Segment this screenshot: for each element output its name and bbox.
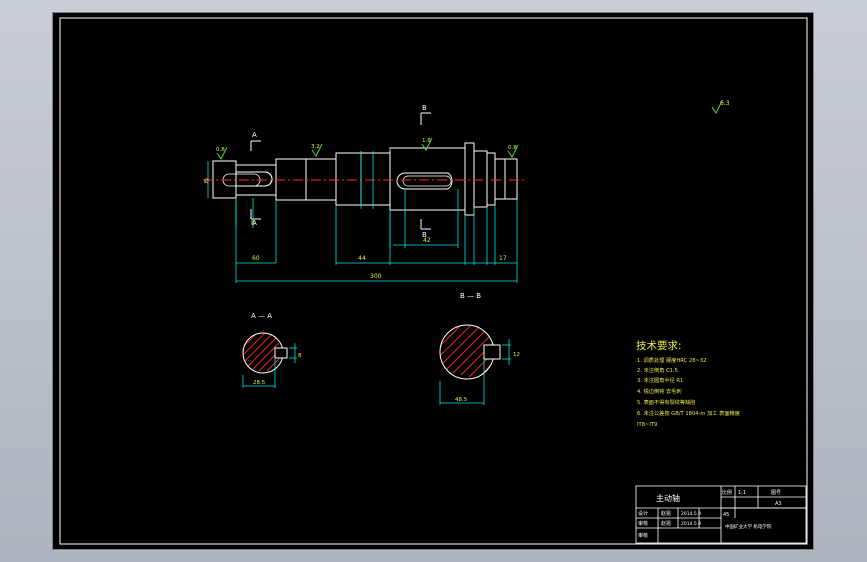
dim-key-b: 42 bbox=[423, 237, 431, 244]
tech-req-line: 4. 锐边倒钝 去毛刺 bbox=[637, 387, 682, 395]
dim-total: 300 bbox=[370, 273, 382, 280]
section-bb-title: B — B bbox=[460, 292, 481, 300]
designer: 赵昆 bbox=[661, 510, 671, 517]
section-marker-a-top: A bbox=[252, 131, 257, 139]
roughness-3: 1.6 bbox=[422, 138, 431, 144]
dim-left-end: Ø bbox=[204, 178, 209, 185]
section-aa-title: A — A bbox=[251, 312, 272, 320]
roughness-general: 6.3 bbox=[720, 100, 730, 107]
dim-key-a: 8 bbox=[251, 220, 255, 227]
approve-label: 审核 bbox=[638, 532, 648, 539]
checker: 赵昆 bbox=[661, 520, 671, 527]
scale-label: 比例 bbox=[722, 489, 732, 496]
roughness-1: 0.8 bbox=[216, 147, 225, 153]
roughness-symbols bbox=[216, 100, 723, 160]
scale-value: 1:1 bbox=[738, 490, 746, 496]
shaft-outline bbox=[212, 142, 518, 216]
tech-req-title: 技术要求: bbox=[636, 339, 682, 352]
sheet-size: A3 bbox=[775, 501, 782, 507]
design-date: 2014.5.9 bbox=[681, 511, 701, 517]
drawing-viewport[interactable]: A A B B 0.8 3.2 1.6 0.8 6.3 Ø 8 60 44 42… bbox=[53, 13, 813, 549]
section-bb-depth: 48.5 bbox=[455, 397, 468, 403]
part-name: 主动轴 bbox=[656, 493, 680, 503]
tech-req-line: 3. 未注圆角半径 R1 bbox=[637, 376, 683, 384]
tech-req-line: 1. 调质处理 硬度HRC 28~32 bbox=[637, 356, 706, 364]
tech-req-line: 6. 未注公差按 GB/T 1804-m 加工 表面精度 bbox=[637, 409, 740, 417]
tech-req-line: IT8~IT9 bbox=[637, 422, 657, 428]
tech-req-line: 2. 未注倒角 C1.5 bbox=[637, 366, 678, 374]
section-aa-width: 8 bbox=[298, 353, 302, 359]
school: 中国矿业大学 机电学院 bbox=[725, 523, 772, 530]
tech-req-lines: 1. 调质处理 硬度HRC 28~32 2. 未注倒角 C1.5 3. 未注圆角… bbox=[637, 356, 740, 428]
designer-label: 设计 bbox=[638, 510, 648, 517]
section-aa: 28.5 8 bbox=[242, 332, 302, 388]
section-marker-b-top: B bbox=[422, 104, 427, 112]
dim-seg-right: 17 bbox=[499, 255, 507, 262]
cad-drawing: A A B B 0.8 3.2 1.6 0.8 6.3 Ø 8 60 44 42… bbox=[59, 17, 808, 545]
section-aa-depth: 28.5 bbox=[253, 380, 266, 386]
roughness-2: 3.2 bbox=[311, 144, 320, 150]
drawing-no-label: 图号 bbox=[771, 490, 781, 496]
tech-req-line: 5. 表面不得有裂纹等缺陷 bbox=[637, 398, 695, 406]
check-date: 2014.5.9 bbox=[681, 521, 701, 527]
section-bb: 48.5 12 bbox=[439, 324, 520, 405]
section-bb-width: 12 bbox=[513, 352, 520, 358]
dim-seg2: 44 bbox=[358, 255, 366, 262]
material: 45 bbox=[723, 512, 729, 518]
roughness-4: 0.8 bbox=[508, 145, 517, 151]
section-markers bbox=[250, 112, 431, 230]
dim-seg1: 60 bbox=[252, 255, 260, 262]
checker-label: 审核 bbox=[638, 520, 648, 527]
